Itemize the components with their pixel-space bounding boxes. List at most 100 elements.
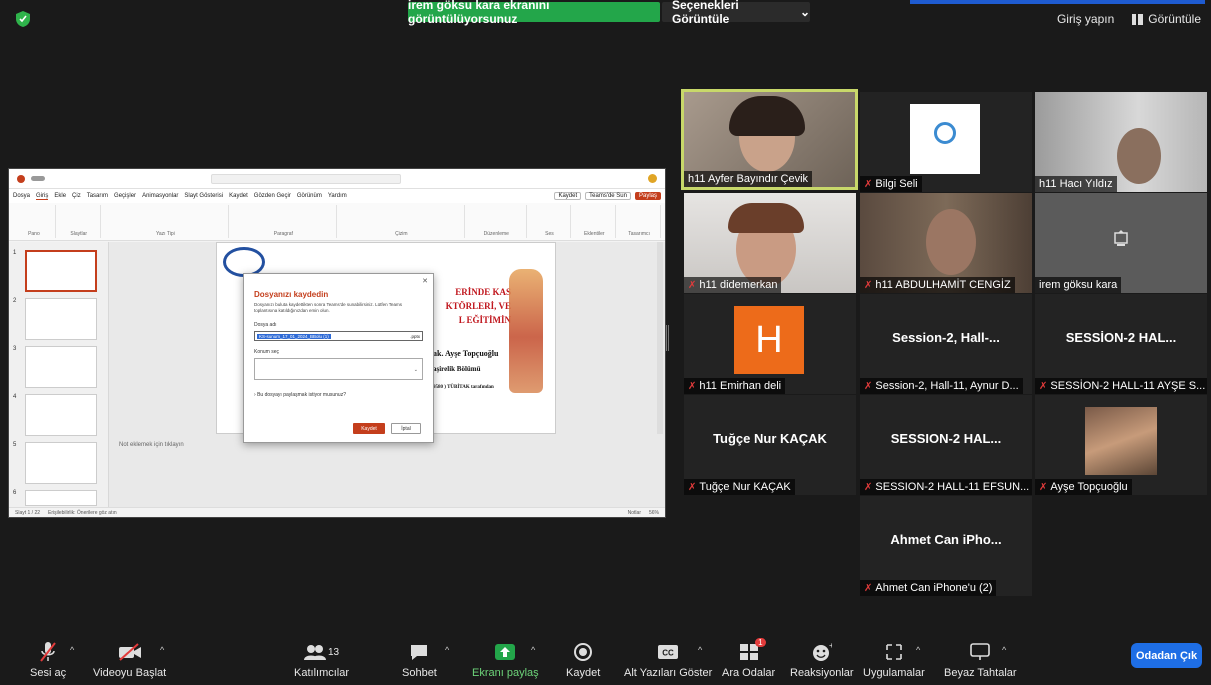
tab-gozden-gecir[interactable]: Gözden Geçir bbox=[254, 193, 291, 199]
record-button[interactable]: Kaydet bbox=[566, 640, 600, 679]
slide-number: 5 bbox=[13, 442, 17, 448]
tab-tasarim[interactable]: Tasarım bbox=[87, 193, 108, 199]
participant-tile[interactable]: h11 Ayfer Bayındır Çevik bbox=[681, 89, 858, 190]
dialog-description: Dosyanızı buluta kaydettikten sonra Team… bbox=[254, 302, 403, 313]
share-screen-label: Ekranı paylaş bbox=[472, 667, 539, 679]
participants-button[interactable]: 13 Katılımcılar bbox=[294, 640, 349, 679]
close-icon[interactable]: ✕ bbox=[422, 277, 428, 285]
accessibility-status[interactable]: Erişilebilirlik: Önerilere göz atın bbox=[48, 510, 117, 516]
tab-ekle[interactable]: Ekle bbox=[54, 193, 66, 199]
tab-giris[interactable]: Giriş bbox=[36, 193, 49, 200]
search-bar[interactable] bbox=[211, 173, 401, 184]
ppt-share-button[interactable]: Paylaş bbox=[634, 192, 661, 200]
notes-toggle[interactable]: Notlar bbox=[628, 510, 641, 516]
zoom-level[interactable]: 56% bbox=[649, 510, 659, 516]
participant-name-label: irem göksu kara bbox=[1035, 277, 1122, 293]
reactions-icon: + bbox=[812, 640, 832, 664]
participant-tile[interactable]: ✗ Ayşe Topçuoğlu bbox=[1035, 395, 1207, 495]
signin-link[interactable]: Giriş yapın bbox=[1057, 12, 1114, 26]
participants-icon: 13 bbox=[303, 640, 339, 664]
share-question-expander[interactable]: › Bu dosyayı paylaşmak istiyor musunuz? bbox=[254, 392, 423, 398]
whiteboards-label: Beyaz Tahtalar bbox=[944, 667, 1017, 679]
ribbon-group-ses[interactable]: Ses bbox=[529, 205, 572, 238]
start-video-label: Videoyu Başlat bbox=[93, 667, 167, 679]
slide-thumbnail[interactable] bbox=[25, 346, 97, 388]
ribbon-group-cizim[interactable]: Çizim bbox=[339, 205, 466, 238]
participant-name: h11 Emirhan deli bbox=[699, 380, 782, 392]
participant-name: h11 Ayfer Bayındır Çevik bbox=[688, 173, 809, 185]
share-screen-button[interactable]: Ekranı paylaş bbox=[472, 640, 539, 679]
participant-tile[interactable]: SESSİON-2 HAL... ✗ SESSİON-2 HALL-11 AYŞE… bbox=[1035, 294, 1207, 394]
dialog-buttons: Kaydet İptal bbox=[353, 423, 421, 434]
svg-text:+: + bbox=[829, 642, 832, 650]
slide-thumbnail[interactable] bbox=[25, 394, 97, 436]
participant-tile[interactable]: Ahmet Can iPho... ✗ Ahmet Can iPhone'u (2… bbox=[860, 496, 1032, 596]
slide-thumbnail[interactable] bbox=[25, 298, 97, 340]
participant-tile[interactable]: Session-2, Hall-... ✗ Session-2, Hall-11,… bbox=[860, 294, 1032, 394]
participant-tile[interactable]: ✗ Bilgi Seli bbox=[860, 92, 1032, 192]
tab-yardim[interactable]: Yardım bbox=[328, 193, 347, 199]
start-video-button[interactable]: Videoyu Başlat bbox=[93, 640, 166, 679]
chat-options-caret[interactable]: ^ bbox=[445, 645, 449, 655]
ppt-record-button[interactable]: Kaydet bbox=[554, 192, 582, 200]
anatomy-figure-image bbox=[509, 269, 543, 393]
chat-button[interactable]: Sohbet bbox=[402, 640, 437, 679]
ribbon-group-duzenleme[interactable]: Düzenleme bbox=[467, 205, 527, 238]
apps-options-caret[interactable]: ^ bbox=[916, 645, 920, 655]
vertical-scrollbar[interactable] bbox=[657, 242, 663, 434]
participant-tile[interactable]: h11 Hacı Yıldız bbox=[1035, 92, 1207, 192]
save-file-dialog: ✕ Dosyanızı kaydedin Dosyanızı buluta ka… bbox=[243, 273, 434, 443]
filename-field[interactable]: KS-sunum_17_01_2024_BBolu (1) .pptx bbox=[254, 331, 423, 341]
participant-tile[interactable]: irem göksu kara bbox=[1035, 193, 1207, 293]
panel-resize-handle[interactable] bbox=[666, 325, 669, 351]
unmute-button[interactable]: Sesi aç bbox=[30, 640, 66, 679]
tab-ciz[interactable]: Çiz bbox=[72, 193, 81, 199]
video-options-caret[interactable]: ^ bbox=[160, 645, 164, 655]
dialog-title: Dosyanızı kaydedin bbox=[254, 290, 329, 299]
audio-options-caret[interactable]: ^ bbox=[70, 645, 74, 655]
participant-tile[interactable]: SESSION-2 HAL... ✗ SESSION-2 HALL-11 EFSU… bbox=[860, 395, 1032, 495]
save-button[interactable]: Kaydet bbox=[353, 423, 385, 434]
security-shield-icon[interactable] bbox=[16, 11, 30, 27]
view-label: Görüntüle bbox=[1148, 12, 1201, 26]
tab-dosya[interactable]: Dosya bbox=[13, 193, 30, 199]
view-options-button[interactable]: Seçenekleri Görüntüle ⌄ bbox=[662, 0, 810, 26]
participant-tile[interactable]: H ✗ h11 Emirhan deli bbox=[684, 294, 856, 394]
reactions-button[interactable]: + Reaksiyonlar bbox=[790, 640, 854, 679]
slide-number: 6 bbox=[13, 490, 17, 496]
ribbon-group-tasarimci[interactable]: Tasarımcı bbox=[618, 205, 661, 238]
tab-slayt-gosterisi[interactable]: Slayt Gösterisi bbox=[184, 193, 223, 199]
participant-tile[interactable]: ✗ h11 didemerkan bbox=[684, 193, 856, 293]
notes-placeholder[interactable]: Not eklemek için tıklayın bbox=[119, 442, 184, 448]
location-select[interactable]: ⌄ bbox=[254, 358, 423, 380]
ppt-ribbon: Pano Slaytlar Yazı Tipi Paragraf Çizim D… bbox=[9, 203, 665, 241]
tab-kaydet[interactable]: Kaydet bbox=[229, 193, 248, 199]
face-shape bbox=[926, 209, 976, 275]
tab-animasyonlar[interactable]: Animasyonlar bbox=[142, 193, 178, 199]
slide-title-line: KTÖRLERİ, VE bbox=[445, 301, 511, 311]
slide-thumbnail[interactable] bbox=[25, 442, 97, 484]
tab-gorunum[interactable]: Görünüm bbox=[297, 193, 322, 199]
slide-thumbnail[interactable] bbox=[25, 250, 97, 292]
captions-options-caret[interactable]: ^ bbox=[698, 645, 702, 655]
ribbon-group-paragraf[interactable]: Paragraf bbox=[231, 205, 337, 238]
ribbon-group-eklentiler[interactable]: Eklentiler bbox=[573, 205, 617, 238]
share-options-caret[interactable]: ^ bbox=[531, 645, 535, 655]
view-button[interactable]: Görüntüle bbox=[1132, 12, 1201, 26]
whiteboards-options-caret[interactable]: ^ bbox=[1002, 645, 1006, 655]
ribbon-group-pano[interactable]: Pano bbox=[13, 205, 56, 238]
user-avatar[interactable] bbox=[648, 174, 657, 183]
participant-tile[interactable]: Tuğçe Nur KAÇAK ✗ Tuğçe Nur KAÇAK bbox=[684, 395, 856, 495]
breakout-rooms-button[interactable]: 1 Ara Odalar bbox=[722, 638, 775, 679]
cancel-button[interactable]: İptal bbox=[391, 423, 421, 434]
leave-button[interactable]: Odadan Çık bbox=[1131, 643, 1202, 668]
chat-icon bbox=[409, 640, 429, 664]
participant-tile[interactable]: ✗ h11 ABDULHAMİT CENGİZ bbox=[860, 193, 1032, 293]
tab-gecisler[interactable]: Geçişler bbox=[114, 193, 136, 199]
slide-thumbnails-pane: 1 2 3 4 5 6 bbox=[9, 242, 109, 507]
ppt-teams-button[interactable]: Teams'de Sun bbox=[585, 192, 631, 200]
ribbon-group-slaytlar[interactable]: Slaytlar bbox=[58, 205, 101, 238]
mic-muted-icon: ✗ bbox=[864, 481, 873, 493]
ribbon-group-yazi-tipi[interactable]: Yazı Tipi bbox=[103, 205, 230, 238]
slide-thumbnail[interactable] bbox=[25, 490, 97, 506]
